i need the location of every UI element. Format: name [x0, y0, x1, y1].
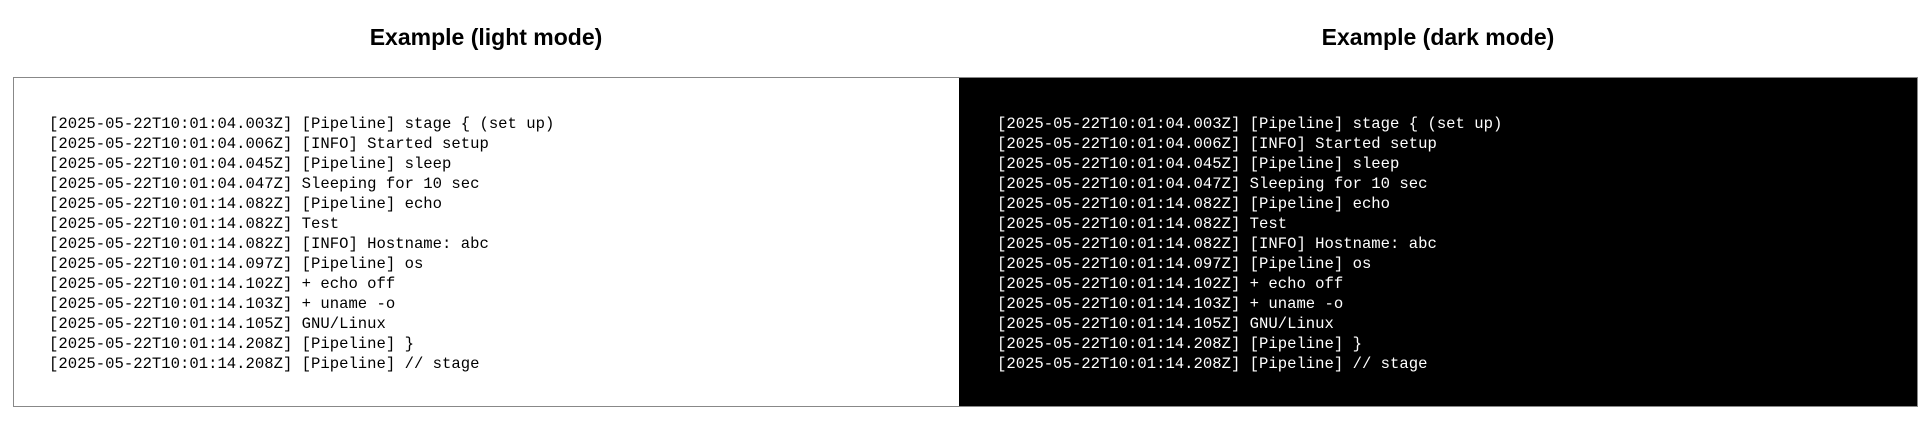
log-line: [2025-05-22T10:01:04.003Z] [Pipeline] st…: [49, 115, 555, 133]
log-line: [2025-05-22T10:01:14.105Z] GNU/Linux: [997, 315, 1334, 333]
light-mode-log-panel: [2025-05-22T10:01:04.003Z] [Pipeline] st…: [13, 77, 960, 407]
log-line: [2025-05-22T10:01:04.003Z] [Pipeline] st…: [997, 115, 1503, 133]
log-line: [2025-05-22T10:01:04.006Z] [INFO] Starte…: [49, 135, 489, 153]
log-line: [2025-05-22T10:01:14.208Z] [Pipeline] }: [997, 335, 1362, 353]
log-line: [2025-05-22T10:01:14.097Z] [Pipeline] os: [49, 255, 424, 273]
log-line: [2025-05-22T10:01:04.045Z] [Pipeline] sl…: [49, 155, 452, 173]
log-line: [2025-05-22T10:01:14.082Z] [INFO] Hostna…: [49, 235, 489, 253]
dark-mode-log-panel: [2025-05-22T10:01:04.003Z] [Pipeline] st…: [959, 77, 1918, 407]
log-line: [2025-05-22T10:01:14.208Z] [Pipeline] //…: [49, 355, 480, 373]
log-line: [2025-05-22T10:01:14.082Z] Test: [997, 215, 1288, 233]
dark-mode-heading: Example (dark mode): [1321, 24, 1555, 50]
log-line: [2025-05-22T10:01:14.082Z] [Pipeline] ec…: [49, 195, 443, 213]
log-line: [2025-05-22T10:01:04.006Z] [INFO] Starte…: [997, 135, 1437, 153]
log-line: [2025-05-22T10:01:14.082Z] Test: [49, 215, 340, 233]
log-line: [2025-05-22T10:01:14.102Z] + echo off: [49, 275, 396, 293]
log-line: [2025-05-22T10:01:04.045Z] [Pipeline] sl…: [997, 155, 1400, 173]
log-line: [2025-05-22T10:01:04.047Z] Sleeping for …: [997, 175, 1428, 193]
light-mode-heading: Example (light mode): [369, 24, 603, 50]
log-line: [2025-05-22T10:01:04.047Z] Sleeping for …: [49, 175, 480, 193]
log-output: [2025-05-22T10:01:04.003Z] [Pipeline] st…: [49, 114, 554, 374]
log-line: [2025-05-22T10:01:14.097Z] [Pipeline] os: [997, 255, 1372, 273]
log-line: [2025-05-22T10:01:14.082Z] [Pipeline] ec…: [997, 195, 1391, 213]
log-line: [2025-05-22T10:01:14.103Z] + uname -o: [997, 295, 1344, 313]
log-line: [2025-05-22T10:01:14.102Z] + echo off: [997, 275, 1344, 293]
log-line: [2025-05-22T10:01:14.208Z] [Pipeline] }: [49, 335, 414, 353]
log-line: [2025-05-22T10:01:14.105Z] GNU/Linux: [49, 315, 386, 333]
log-output: [2025-05-22T10:01:04.003Z] [Pipeline] st…: [997, 114, 1502, 374]
log-line: [2025-05-22T10:01:14.103Z] + uname -o: [49, 295, 396, 313]
log-line: [2025-05-22T10:01:14.208Z] [Pipeline] //…: [997, 355, 1428, 373]
log-line: [2025-05-22T10:01:14.082Z] [INFO] Hostna…: [997, 235, 1437, 253]
